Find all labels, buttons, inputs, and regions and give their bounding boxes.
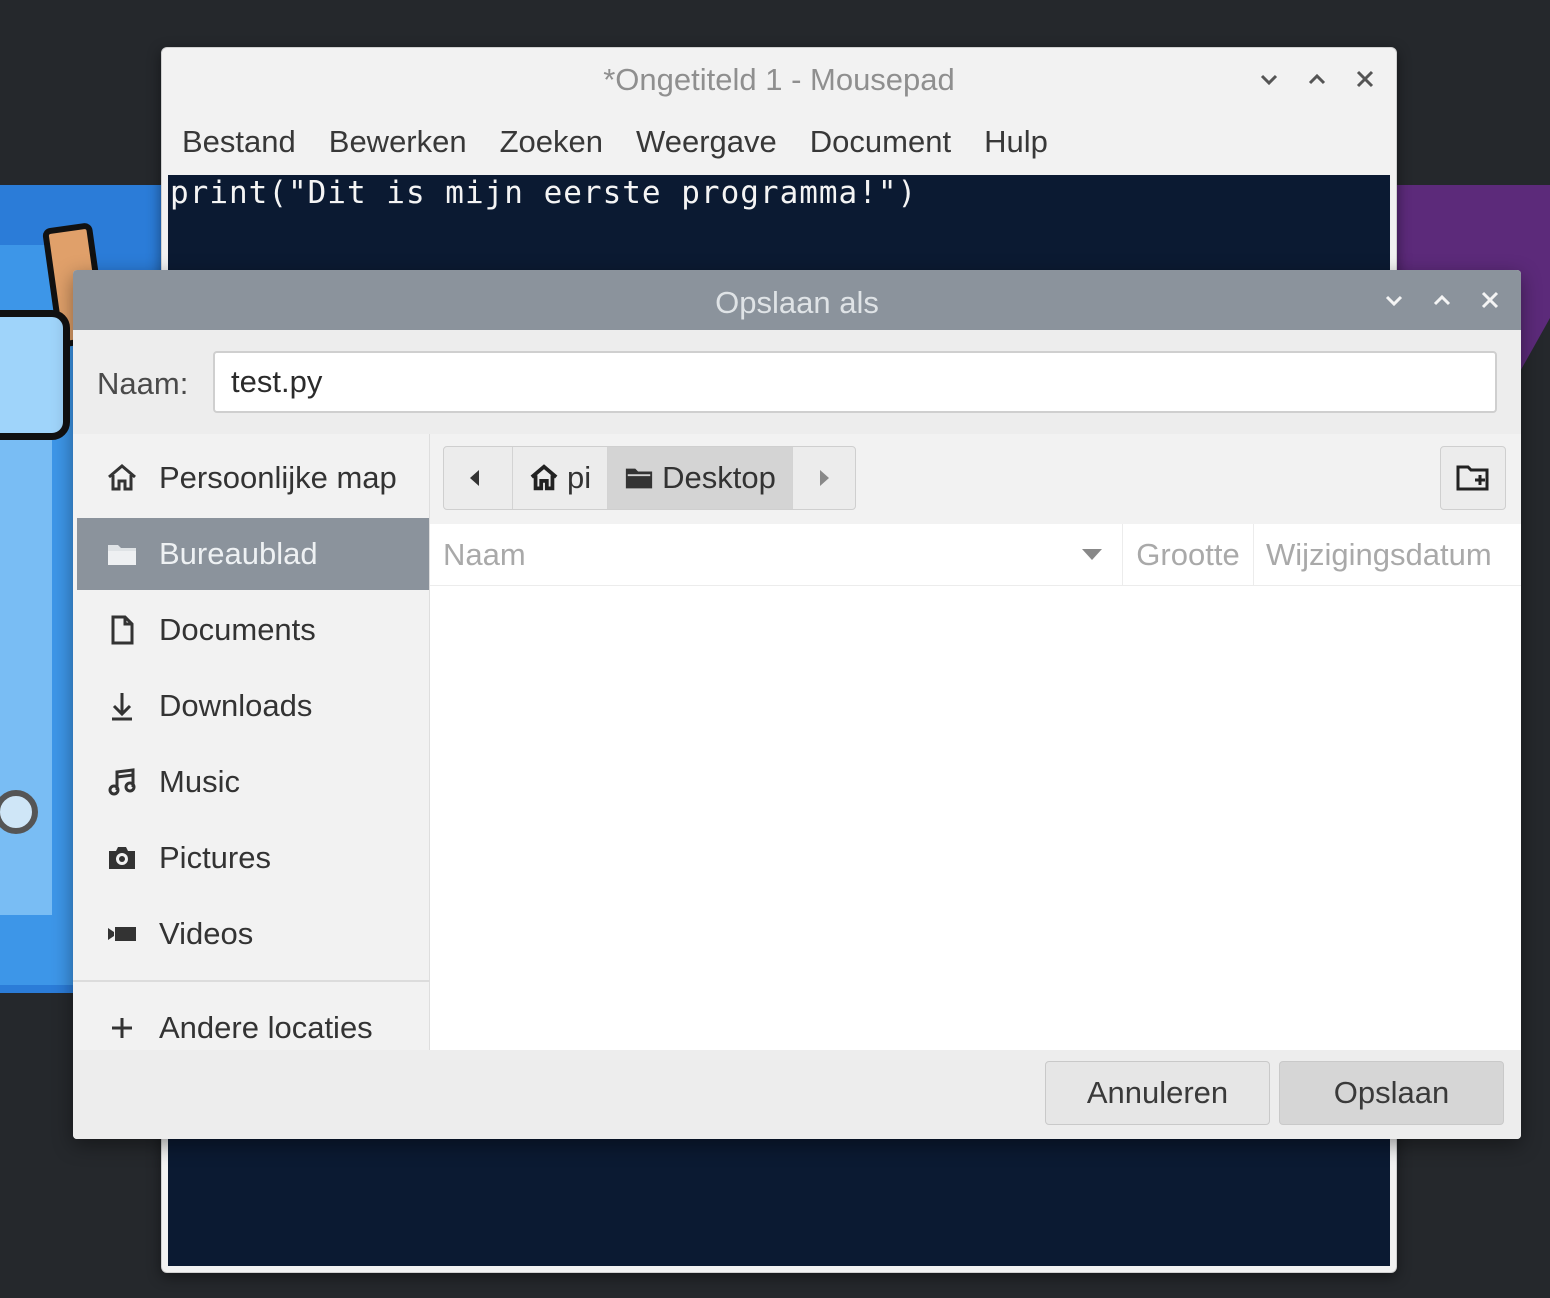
sidebar-item-videos[interactable]: Videos (77, 898, 429, 970)
file-browser: pi Desktop Naam Grootte Wijzigingsdatum (430, 434, 1521, 1050)
sidebar-item-music[interactable]: Music (77, 746, 429, 818)
chevron-left-icon (470, 470, 479, 486)
camera-icon (105, 841, 139, 875)
column-name[interactable]: Naam (430, 524, 1123, 586)
name-label: Naam: (97, 366, 189, 401)
menu-document[interactable]: Document (810, 124, 968, 160)
minimize-button[interactable] (1256, 64, 1282, 94)
close-icon (1481, 291, 1499, 309)
folder-icon (105, 537, 139, 571)
sidebar-item-bureaublad[interactable]: Bureaublad (77, 518, 429, 590)
dialog-maximize-button[interactable] (1429, 285, 1455, 315)
cancel-button[interactable]: Annuleren (1045, 1061, 1270, 1125)
sidebar-item-pictures[interactable]: Pictures (77, 822, 429, 894)
download-icon (105, 689, 139, 723)
menu-weergave[interactable]: Weergave (636, 124, 794, 160)
dialog-titlebar[interactable]: Opslaan als (73, 270, 1521, 330)
dialog-title: Opslaan als (715, 285, 879, 320)
home-icon (105, 461, 139, 495)
sort-down-icon (1082, 549, 1102, 560)
path-desktop-button[interactable]: Desktop (608, 447, 793, 509)
chevron-down-icon (1260, 74, 1278, 86)
mousepad-titlebar[interactable]: *Ongetiteld 1 - Mousepad (162, 48, 1396, 112)
chevron-up-icon (1308, 73, 1326, 85)
menu-bestand[interactable]: Bestand (182, 124, 313, 160)
path-bar: pi Desktop (430, 434, 1521, 524)
maximize-button[interactable] (1304, 64, 1330, 94)
chevron-down-icon (1385, 295, 1403, 307)
mousepad-menubar: Bestand Bewerken Zoeken Weergave Documen… (162, 112, 1396, 172)
save-button[interactable]: Opslaan (1279, 1061, 1504, 1125)
mousepad-title: *Ongetiteld 1 - Mousepad (603, 62, 955, 97)
chevron-right-icon (819, 470, 829, 486)
close-button[interactable] (1352, 64, 1378, 94)
path-forward-button[interactable] (793, 447, 855, 509)
column-date[interactable]: Wijzigingsdatum (1254, 524, 1521, 586)
sidebar-separator (73, 980, 430, 982)
column-size[interactable]: Grootte (1123, 524, 1254, 586)
sidebar-item-downloads[interactable]: Downloads (77, 670, 429, 742)
video-icon (105, 917, 139, 951)
dialog-footer: Annuleren Opslaan (73, 1050, 1521, 1139)
save-dialog: Opslaan als Naam: Persoonlijke map (73, 270, 1521, 1139)
column-header: Naam Grootte Wijzigingsdatum (430, 524, 1521, 586)
menu-bewerken[interactable]: Bewerken (329, 124, 484, 160)
menu-hulp[interactable]: Hulp (984, 124, 1065, 160)
menu-zoeken[interactable]: Zoeken (500, 124, 620, 160)
folder-icon (626, 468, 653, 489)
dialog-minimize-button[interactable] (1381, 285, 1407, 315)
editor-line: print("Dit is mijn eerste programma!") (170, 175, 918, 211)
folder-new-icon (1456, 465, 1489, 491)
sidebar-item-documents[interactable]: Documents (77, 594, 429, 666)
sidebar-item-home[interactable]: Persoonlijke map (77, 442, 429, 514)
dialog-close-button[interactable] (1477, 285, 1503, 315)
new-folder-button[interactable] (1440, 446, 1506, 510)
music-icon (105, 765, 139, 799)
document-icon (105, 613, 139, 647)
filename-input[interactable] (213, 351, 1497, 413)
chevron-up-icon (1433, 294, 1451, 306)
path-home-button[interactable]: pi (513, 447, 609, 509)
name-row: Naam: (73, 330, 1521, 434)
home-icon (530, 464, 558, 491)
path-back-button[interactable] (444, 447, 513, 509)
close-icon (1356, 70, 1374, 88)
plus-icon (105, 1011, 139, 1045)
places-sidebar: Persoonlijke map Bureaublad Documents Do… (73, 434, 430, 1050)
